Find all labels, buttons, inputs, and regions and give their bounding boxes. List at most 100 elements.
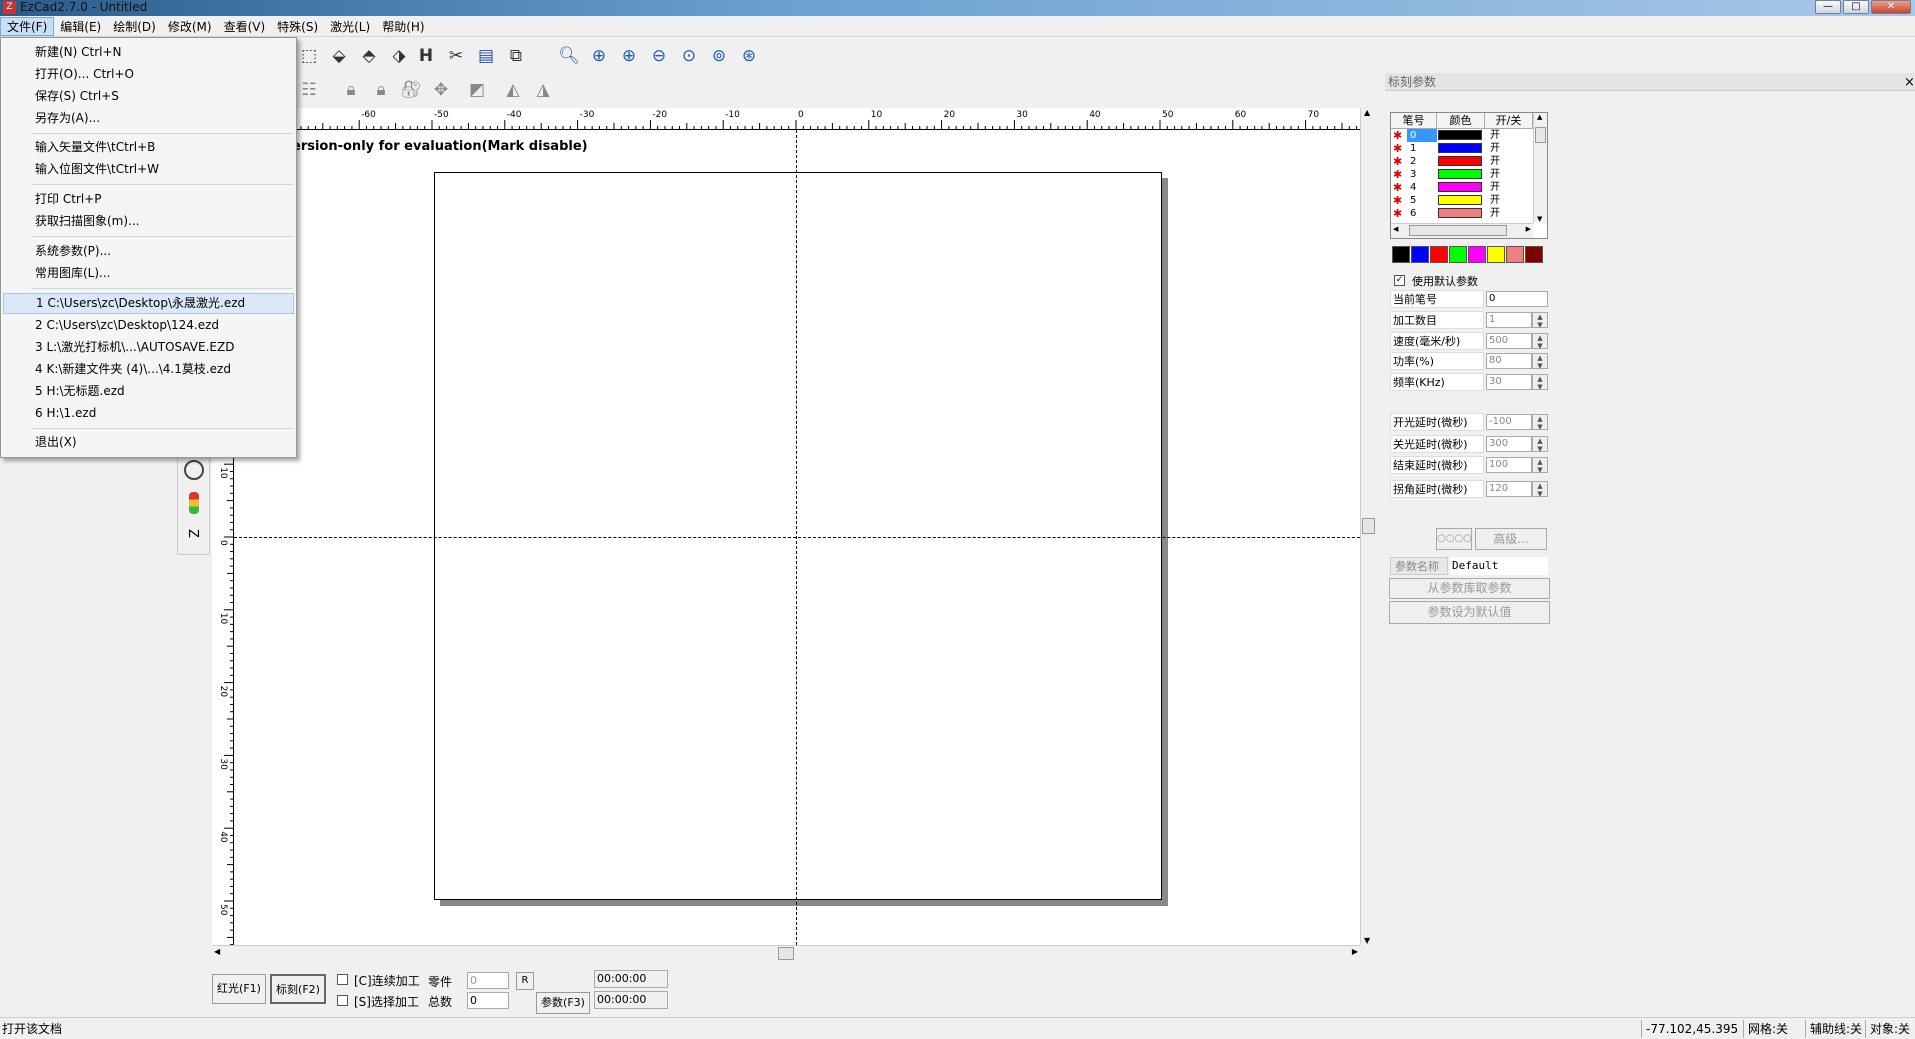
pen-row[interactable]: ✱ 1 开	[1391, 142, 1533, 155]
params-button[interactable]: 参数(F3)	[536, 992, 590, 1014]
pen-scroll-down-icon[interactable]: ▼	[1537, 215, 1542, 223]
scroll-down-icon[interactable]: ▼	[1364, 936, 1370, 945]
set-as-default-button[interactable]: 参数设为默认值	[1389, 601, 1550, 624]
pen-color-swatch[interactable]	[1438, 182, 1482, 192]
palette-swatch[interactable]	[1449, 246, 1467, 263]
text-tool-icon[interactable]: Z	[185, 529, 200, 538]
use-default-params[interactable]: ✓ 使用默认参数	[1392, 272, 1548, 289]
palette-swatch[interactable]	[1411, 246, 1429, 263]
zoom-all-icon[interactable]: ⊙	[676, 43, 702, 69]
menu-special[interactable]: 特殊(S)	[271, 17, 324, 36]
menu-item-recent-5[interactable]: 5 H:\无标题.ezd	[3, 381, 294, 402]
pen-list[interactable]: 笔号 颜色 开/关 ✱ 0 开 ✱ 1 开 ✱ 2 开 ✱ 3 开 ✱ 4 开 ✱ 5 开 ✱ 6 开 ▲ ▼ ◀ ▶	[1390, 112, 1548, 239]
menu-laser[interactable]: 激光(L)	[324, 17, 376, 36]
palette-swatch[interactable]	[1487, 246, 1505, 263]
pen-color-swatch[interactable]	[1438, 195, 1482, 205]
object-list-icon[interactable]: ▤	[473, 43, 499, 69]
menu-item-import-bitmap[interactable]: 输入位图文件\tCtrl+W	[3, 159, 294, 180]
menu-item-recent-4[interactable]: 4 K:\新建文件夹 (4)\...\4.1莫枝.ezd	[3, 359, 294, 380]
pen-onoff[interactable]: 开	[1490, 155, 1500, 168]
menu-item-recent-2[interactable]: 2 C:\Users\zc\Desktop\124.ezd	[3, 315, 294, 336]
clock-icon[interactable]	[184, 460, 204, 480]
menu-edit[interactable]: 编辑(E)	[54, 17, 107, 36]
pen-scroll-up-icon[interactable]: ▲	[1537, 113, 1542, 121]
pen-list-vscroll[interactable]: ▲ ▼	[1533, 113, 1547, 223]
horizontal-scroll-thumb[interactable]	[778, 947, 794, 960]
menu-item-print[interactable]: 打印 Ctrl+P	[3, 189, 294, 210]
menu-item-library[interactable]: 常用图库(L)...	[3, 263, 294, 284]
pen-color-swatch[interactable]	[1438, 208, 1482, 218]
menu-item-open[interactable]: 打开(O)... Ctrl+O	[3, 64, 294, 85]
zoom-plus-icon[interactable]: ⊕	[616, 43, 642, 69]
traffic-light-icon[interactable]	[189, 492, 199, 514]
menu-item-acquire-scan[interactable]: 获取扫描图象(m)...	[3, 211, 294, 232]
param-spin-icon[interactable]: ▲ ▼	[1532, 414, 1548, 431]
pen-onoff[interactable]: 开	[1490, 129, 1500, 142]
menu-item-recent-6[interactable]: 6 H:\1.ezd	[3, 403, 294, 424]
advanced-button[interactable]: 高级...	[1475, 528, 1547, 550]
zoom-page-icon[interactable]: ⊛	[736, 43, 762, 69]
lock-icon[interactable]: 🔒︎	[338, 77, 364, 103]
menu-item-new[interactable]: 新建(N) Ctrl+N	[3, 42, 294, 63]
panel-close-icon[interactable]: ×	[1904, 75, 1915, 90]
pen-scroll-right-icon[interactable]: ▶	[1526, 225, 1531, 233]
param-value-input[interactable]: 80	[1486, 353, 1532, 369]
drawing-canvas[interactable]: ersion-only for evaluation(Mark disable)	[234, 130, 1360, 945]
pen-list-hscroll[interactable]: ◀ ▶	[1391, 223, 1533, 238]
pen-onoff[interactable]: 开	[1490, 142, 1500, 155]
menu-item-recent-1[interactable]: 1 C:\Users\zc\Desktop\永晟激光.ezd	[3, 293, 294, 314]
hatch-icon[interactable]: H	[413, 43, 439, 69]
pen-row[interactable]: ✱ 4 开	[1391, 181, 1533, 194]
zoom-in-icon[interactable]: ⊕	[586, 43, 612, 69]
maximize-button[interactable]: □	[1843, 0, 1869, 14]
pen-onoff[interactable]: 开	[1490, 194, 1500, 207]
pen-row[interactable]: ✱ 6 开	[1391, 207, 1533, 220]
param-spin-icon[interactable]: ▲ ▼	[1532, 457, 1548, 474]
mirror-v-icon[interactable]: ◮	[530, 77, 556, 103]
param-value-input[interactable]: 0	[1486, 291, 1548, 307]
zoom-out-icon[interactable]: ⊖	[646, 43, 672, 69]
menu-item-system-params[interactable]: 系统参数(P)...	[3, 241, 294, 262]
pen-scroll-thumb[interactable]	[1535, 127, 1546, 143]
mirror-h-icon[interactable]: ◭	[500, 77, 526, 103]
param-value-input[interactable]: -100	[1486, 414, 1532, 430]
menu-view[interactable]: 查看(V)	[218, 17, 272, 36]
pen-row[interactable]: ✱ 3 开	[1391, 168, 1533, 181]
move-icon[interactable]: ✥	[428, 77, 454, 103]
reset-button[interactable]: R	[516, 972, 534, 990]
pen-row[interactable]: ✱ 2 开	[1391, 155, 1533, 168]
vertical-scrollbar[interactable]: ▲ ▼	[1360, 108, 1376, 945]
menu-modify[interactable]: 修改(M)	[162, 17, 218, 36]
select-group-icon[interactable]: ⬙	[326, 43, 352, 69]
lock-all-icon[interactable]: 🔐︎	[398, 77, 424, 103]
palette-swatch[interactable]	[1506, 246, 1524, 263]
menu-item-recent-3[interactable]: 3 L:\激光打标机\...\AUTOSAVE.EZD	[3, 337, 294, 358]
param-value-input[interactable]: 500	[1486, 333, 1532, 349]
zoom-object-icon[interactable]: ⊚	[706, 43, 732, 69]
menu-draw[interactable]: 绘制(D)	[107, 17, 162, 36]
scroll-left-icon[interactable]: ◀	[214, 947, 220, 956]
pen-onoff[interactable]: 开	[1490, 207, 1500, 220]
select-node-icon[interactable]: ⬘	[356, 43, 382, 69]
param-value-input[interactable]: 100	[1486, 457, 1532, 473]
select-all-icon[interactable]: ⬗	[386, 43, 412, 69]
pen-color-swatch[interactable]	[1438, 130, 1482, 140]
total-input[interactable]: 0	[467, 992, 509, 1009]
param-spin-icon[interactable]: ▲ ▼	[1532, 353, 1548, 370]
tools-icon[interactable]: ✂	[443, 43, 469, 69]
param-spin-icon[interactable]: ▲ ▼	[1532, 481, 1548, 498]
get-from-library-button[interactable]: 从参数库取参数	[1389, 578, 1550, 599]
select-rect-icon[interactable]: ⬚	[296, 43, 322, 69]
menu-item-exit[interactable]: 退出(X)	[3, 432, 294, 453]
menu-help[interactable]: 帮助(H)	[376, 17, 430, 36]
scroll-right-icon[interactable]: ▶	[1352, 947, 1358, 956]
menu-item-save-as[interactable]: 另存为(A)...	[3, 108, 294, 129]
palette-swatch[interactable]	[1430, 246, 1448, 263]
pen-onoff[interactable]: 开	[1490, 181, 1500, 194]
pen-row[interactable]: ✱ 5 开	[1391, 194, 1533, 207]
pen-color-swatch[interactable]	[1438, 143, 1482, 153]
continuous-checkbox[interactable]	[337, 974, 348, 985]
param-spin-icon[interactable]: ▲ ▼	[1532, 312, 1548, 329]
palette-swatch[interactable]	[1392, 246, 1410, 263]
param-value-input[interactable]: 300	[1486, 436, 1532, 452]
